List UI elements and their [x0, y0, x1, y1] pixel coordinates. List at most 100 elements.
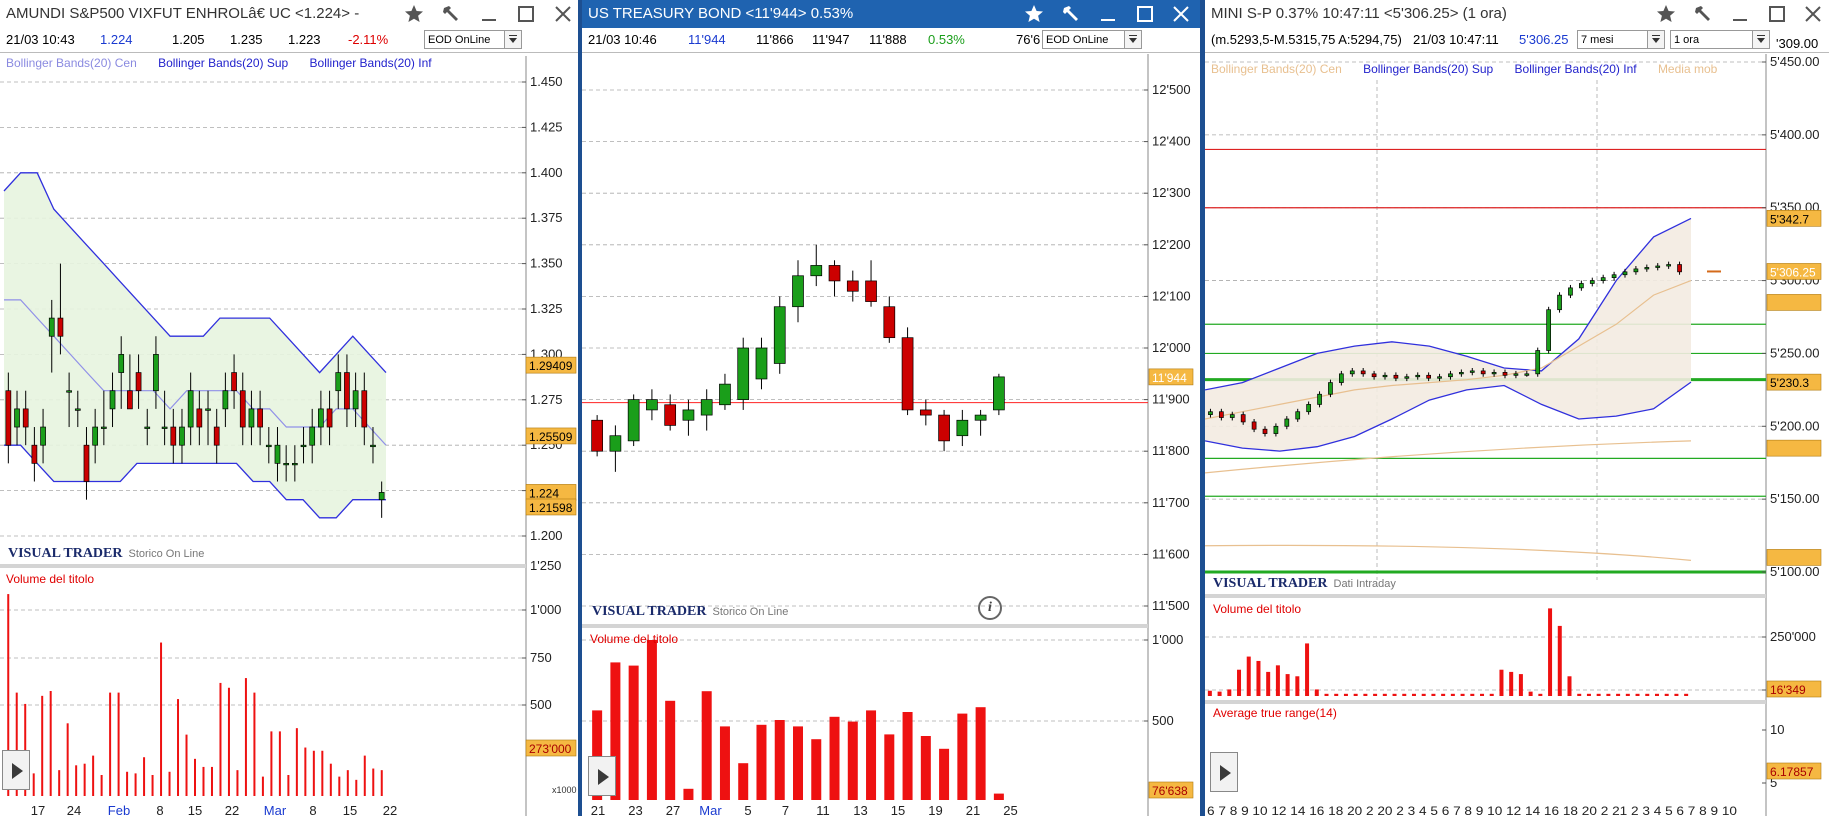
volume-bar	[1305, 643, 1310, 696]
x-axis-label: 21	[591, 803, 605, 816]
volume-bar	[1431, 693, 1436, 696]
candle-body	[1535, 350, 1541, 375]
price-tag-label: 6.17857	[1770, 765, 1814, 779]
price-tag-label: 1.224	[529, 486, 559, 500]
price-chart[interactable]: 12'500 12'400 12'300 12'200 12'100 12'000 11'9…	[582, 0, 1200, 816]
pane-separator[interactable]	[582, 624, 1148, 628]
price-tick-label: 12'200	[1152, 237, 1191, 252]
atr-pane-title: Average true range(14)	[1213, 706, 1337, 720]
volume-bar	[1606, 693, 1611, 696]
volume-bar	[628, 665, 639, 800]
volume-bar	[920, 736, 931, 800]
volume-bar	[168, 771, 171, 796]
price-tag-label: 1.29409	[529, 359, 573, 373]
price-tick-label: 11'700	[1152, 495, 1190, 510]
candle-body	[1306, 404, 1311, 413]
candle-body	[1415, 374, 1421, 378]
x-axis-label: 8	[156, 803, 163, 816]
price-chart[interactable]: 1.4501.4251.4001.3751.3501.3251.3001.275…	[0, 0, 578, 816]
candle-body	[161, 426, 168, 429]
price-tick-label: 1.425	[530, 119, 563, 134]
price-tick-label: 12'100	[1152, 288, 1191, 303]
price-tick-label: 1.325	[530, 301, 563, 316]
volume-bar	[902, 712, 913, 800]
candle-body	[127, 390, 133, 410]
volume-bar	[1237, 669, 1242, 696]
price-tag-box	[1766, 549, 1822, 566]
x-axis-label: 11	[816, 803, 830, 816]
candle-body	[1382, 374, 1388, 378]
candle-body	[1273, 425, 1279, 434]
volume-pane-title: Volume del titolo	[1213, 602, 1302, 616]
volume-bar	[177, 699, 180, 796]
candle-body	[974, 414, 987, 421]
volume-bar	[719, 726, 730, 800]
volume-bar	[1246, 656, 1251, 696]
volume-bar	[253, 692, 256, 796]
candle-body	[646, 399, 658, 411]
window-amundi: AMUNDI S&P500 VIXFUT ENHROLâ€ UC <1.224>…	[0, 0, 578, 816]
volume-bar	[975, 707, 986, 800]
volume-bar	[1654, 693, 1659, 696]
candle-body	[1622, 271, 1628, 276]
candle-body	[1448, 373, 1453, 378]
volume-bar	[701, 691, 712, 800]
candle-body	[883, 306, 896, 339]
candle-body	[205, 408, 211, 411]
volume-bar	[774, 720, 785, 800]
candle-body	[1491, 372, 1497, 375]
price-tag-label: 5'306.25	[1770, 265, 1816, 279]
candle-body	[993, 376, 1005, 411]
candle-body	[919, 409, 932, 416]
price-tick-label: 1.375	[530, 210, 563, 225]
candle-body	[248, 408, 255, 428]
volume-bar	[194, 758, 196, 796]
volume-bar	[1509, 671, 1514, 696]
volume-bar	[1664, 693, 1669, 696]
candle-body	[92, 426, 99, 446]
nav-arrow-button[interactable]	[588, 756, 616, 796]
pane-separator[interactable]	[0, 564, 526, 568]
candle-body	[1360, 370, 1366, 375]
pane-separator[interactable]	[1205, 594, 1766, 598]
candle-body	[1404, 376, 1410, 379]
candle-body	[956, 419, 969, 437]
price-tick-label: 12'400	[1152, 134, 1191, 149]
volume-bar	[83, 763, 86, 796]
volume-bar	[329, 763, 332, 796]
volume-bar	[49, 691, 52, 796]
volume-bar	[1227, 689, 1232, 696]
x-axis-label: 17	[31, 803, 45, 816]
info-icon[interactable]: i	[978, 596, 1002, 620]
candle-body	[14, 408, 20, 428]
candle-body	[326, 408, 333, 428]
price-tag-label: 1.25509	[529, 430, 573, 444]
candle-body	[57, 317, 64, 337]
price-tick-label: 5'250.00	[1770, 345, 1819, 360]
candle-body	[222, 390, 229, 410]
price-chart[interactable]: 5'450.005'400.005'350.005'300.005'250.00…	[1205, 0, 1829, 816]
nav-arrow-button[interactable]	[2, 750, 30, 790]
volume-bar	[1382, 693, 1387, 696]
brand-logo: VISUAL TRADER Dati Intraday	[1213, 576, 1396, 591]
moving-average-line	[1205, 544, 1692, 561]
pane-separator[interactable]	[1205, 700, 1766, 704]
candle-body	[1437, 376, 1442, 379]
volume-pane-title: Volume del titolo	[6, 572, 95, 586]
volume-bar	[1489, 693, 1494, 696]
candle-body	[335, 372, 342, 392]
candle-body	[938, 414, 950, 442]
nav-arrow-button[interactable]	[1210, 752, 1238, 792]
volume-bar	[109, 692, 112, 796]
candle-body	[664, 404, 677, 426]
volume-bar	[151, 775, 154, 796]
candle-body	[257, 408, 263, 428]
x-axis-label: 21	[966, 803, 980, 816]
volume-bar	[646, 640, 657, 800]
volume-bar	[185, 734, 188, 796]
volume-bar	[957, 713, 968, 800]
volume-bar	[295, 728, 298, 796]
price-tick-label: 1.350	[530, 256, 563, 271]
volume-bar	[210, 766, 213, 796]
candle-body	[1393, 374, 1399, 379]
